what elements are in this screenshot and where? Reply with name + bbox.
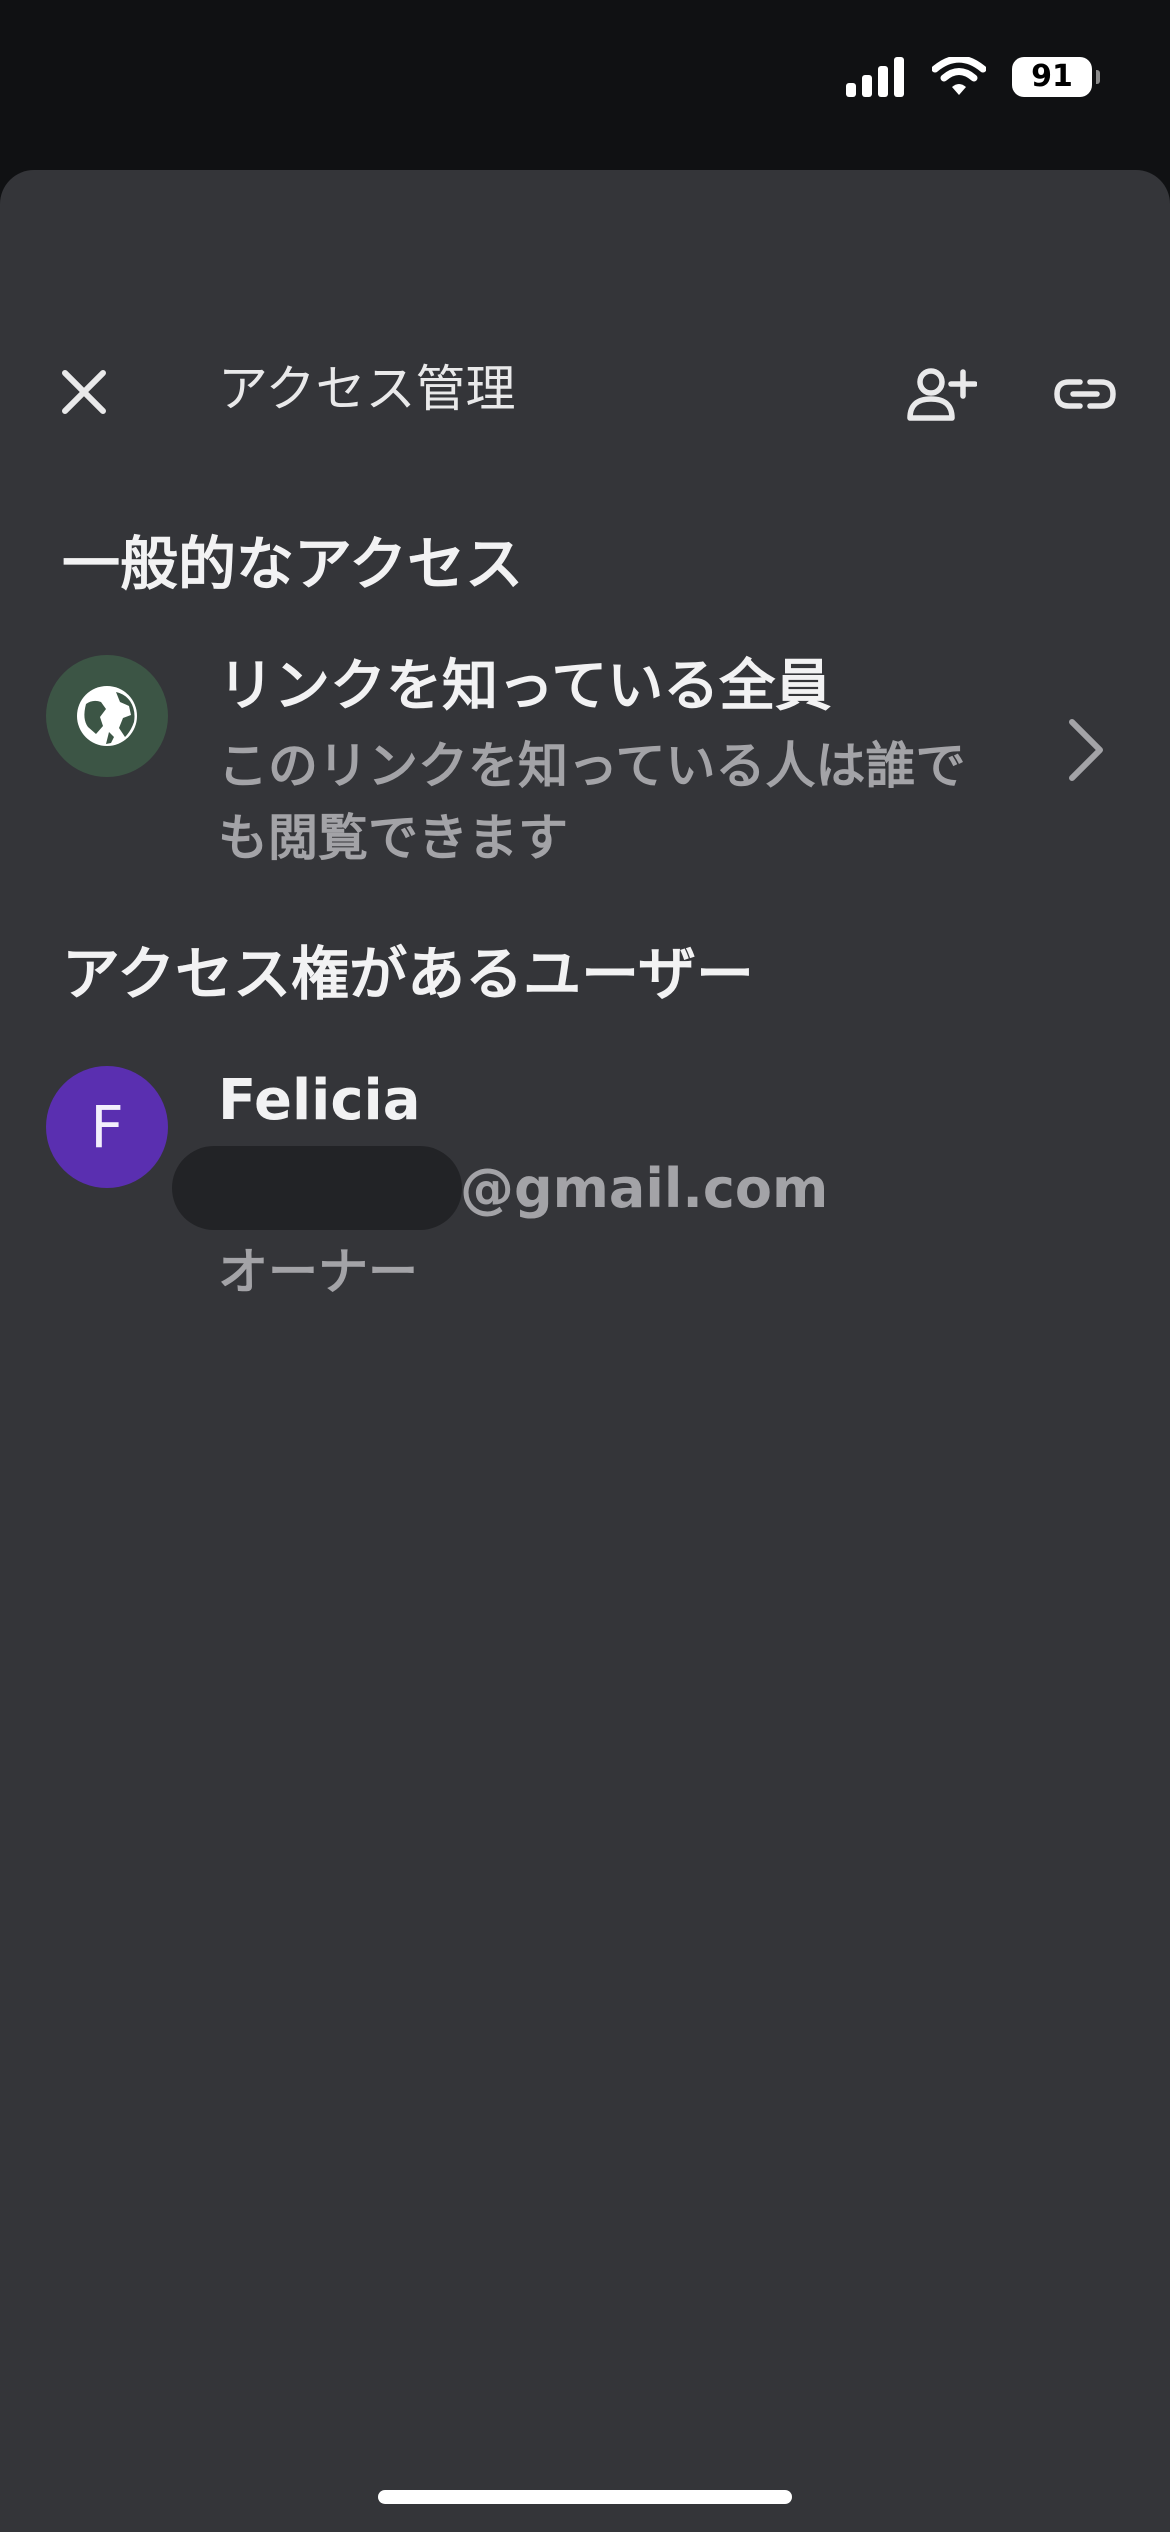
user-row[interactable]: F Felicia @gmail.com オーナー [0,1058,1170,1308]
general-access-option[interactable]: リンクを知っている全員 このリンクを知っている人は誰でも閲覧できます [0,640,1170,900]
general-access-option-title: リンクを知っている全員 [218,654,832,719]
access-management-sheet [0,170,1170,2532]
battery-icon: 91 [1012,57,1100,97]
general-access-heading: 一般的なアクセス [62,530,524,598]
status-icons: 91 [846,52,1100,102]
signal-icon [846,57,904,97]
copy-link-button[interactable] [1040,352,1130,436]
users-with-access-heading: アクセス権があるユーザー [62,940,754,1008]
chevron-right-icon [1069,719,1103,781]
globe-icon [77,686,137,746]
add-person-button[interactable] [900,352,984,436]
wifi-icon [932,57,986,95]
user-name: Felicia [218,1068,421,1133]
general-access-option-description: このリンクを知っている人は誰でも閲覧できます [218,737,966,867]
avatar: F [46,1066,168,1188]
globe-avatar [46,655,168,777]
avatar-initial: F [90,1093,124,1161]
close-button[interactable] [44,352,124,432]
close-icon [62,370,106,414]
status-bar: 91 [0,0,1170,170]
page-title: アクセス管理 [218,360,516,418]
battery-level: 91 [1031,59,1073,94]
home-indicator [378,2490,792,2504]
redacted-email-local-part [172,1146,462,1230]
link-icon [1054,379,1116,409]
user-email-domain: @gmail.com [460,1157,829,1220]
person-add-icon [907,368,977,421]
user-role: オーナー [218,1243,418,1301]
